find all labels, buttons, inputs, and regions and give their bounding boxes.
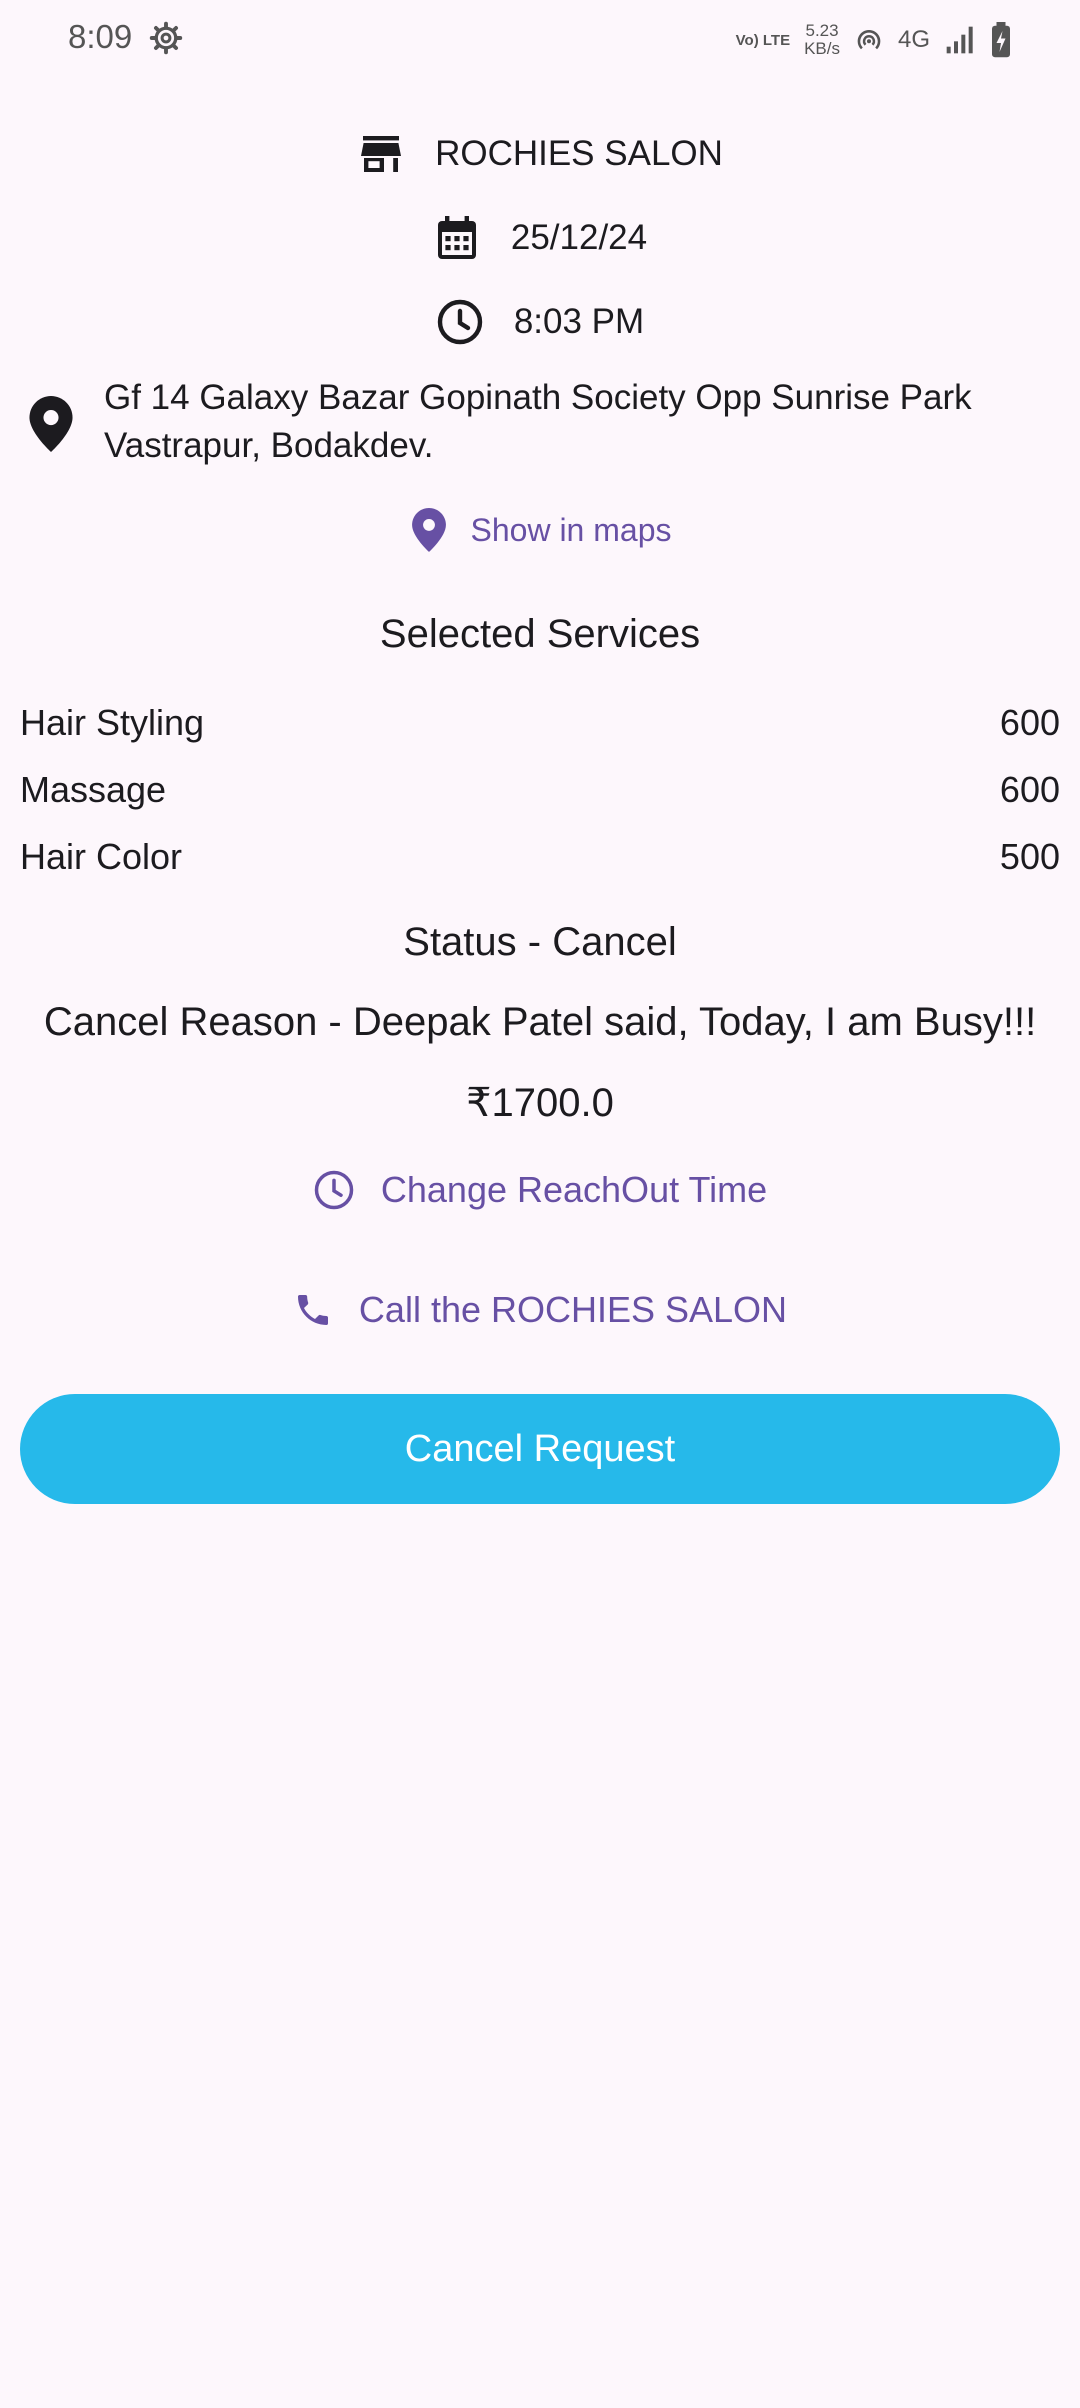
time-row: 8:03 PM bbox=[0, 292, 1080, 352]
address-text: Gf 14 Galaxy Bazar Gopinath Society Opp … bbox=[104, 378, 972, 465]
date-row: 25/12/24 bbox=[0, 208, 1080, 268]
battery-icon bbox=[992, 22, 1010, 58]
gear-icon bbox=[149, 21, 183, 55]
status-icons: Vo) LTE 5.23 KB/s 4G bbox=[736, 18, 1012, 62]
speed-unit: KB/s bbox=[804, 39, 840, 58]
location-pin-icon bbox=[411, 508, 446, 552]
volte-indicator: Vo) LTE bbox=[736, 33, 790, 48]
phone-icon bbox=[297, 1295, 328, 1325]
shop-row: ROCHIES SALON bbox=[0, 124, 1080, 184]
status-bar: 8:09 Vo) LTE 5.23 KB/s 4G bbox=[0, 0, 1080, 80]
service-row: Hair Color 500 bbox=[20, 836, 1060, 878]
call-salon-label[interactable]: Call the ROCHIES SALON bbox=[359, 1289, 787, 1331]
service-name: Hair Styling bbox=[20, 702, 205, 743]
booking-status: Status - Cancel bbox=[403, 920, 677, 964]
show-in-maps-link[interactable]: Show in maps bbox=[0, 500, 1080, 560]
show-in-maps-label[interactable]: Show in maps bbox=[471, 512, 672, 549]
cancel-reason: Cancel Reason - Deepak Patel said, Today… bbox=[43, 1000, 1037, 1044]
network-speed: 5.23 KB/s bbox=[804, 22, 840, 58]
service-row: Massage 600 bbox=[20, 769, 1060, 811]
calendar-icon bbox=[437, 216, 476, 259]
service-row: Hair Styling 600 bbox=[20, 702, 1060, 744]
change-reachout-time-label[interactable]: Change ReachOut Time bbox=[381, 1169, 767, 1211]
service-price: 600 bbox=[999, 769, 1060, 810]
address-row: Gf 14 Galaxy Bazar Gopinath Society Opp … bbox=[28, 374, 1058, 470]
cancel-request-button[interactable]: Cancel Request bbox=[20, 1394, 1060, 1504]
store-icon bbox=[361, 136, 402, 172]
change-reachout-time-button[interactable]: Change ReachOut Time bbox=[0, 1160, 1080, 1220]
selected-services-title: Selected Services bbox=[379, 612, 701, 656]
hotspot-icon bbox=[857, 29, 881, 50]
call-salon-button[interactable]: Call the ROCHIES SALON bbox=[0, 1280, 1080, 1340]
speed-value: 5.23 bbox=[805, 21, 839, 40]
booking-date: 25/12/24 bbox=[510, 218, 648, 257]
network-type: 4G bbox=[897, 26, 930, 53]
total-amount: ₹1700.0 bbox=[466, 1081, 614, 1125]
location-pin-icon bbox=[29, 396, 73, 452]
clock-icon bbox=[314, 1170, 354, 1210]
booking-time: 8:03 PM bbox=[513, 302, 645, 341]
service-price: 500 bbox=[999, 836, 1060, 877]
signal-icon bbox=[946, 26, 973, 54]
clock-icon bbox=[437, 299, 483, 345]
volte-label: Vo) LTE bbox=[735, 31, 791, 49]
service-name: Massage bbox=[20, 769, 167, 810]
service-name: Hair Color bbox=[20, 836, 183, 877]
status-time: 8:09 bbox=[68, 18, 133, 55]
service-price: 600 bbox=[999, 702, 1060, 743]
shop-name: ROCHIES SALON bbox=[435, 134, 723, 173]
